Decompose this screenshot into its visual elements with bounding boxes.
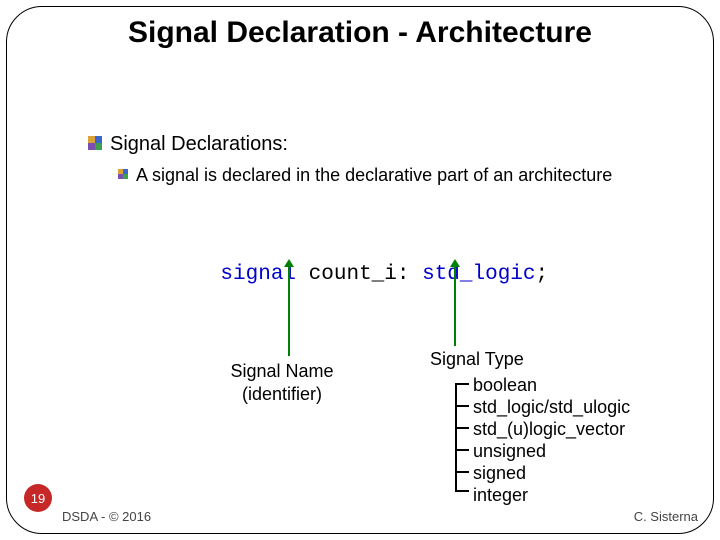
slide-title: Signal Declaration - Architecture [0,16,720,50]
type-option: std_(u)logic_vector [473,418,630,440]
code-identifier: count_i [309,263,397,286]
bullet-text: Signal Declarations: [110,133,288,156]
bullet-level1: Signal Declarations: [88,133,288,156]
footer-left: DSDA - © 2016 [62,509,151,524]
code-example: signal count_i: std_logic; [170,240,548,309]
type-option: boolean [473,374,630,396]
type-option: integer [473,484,630,506]
code-type: std_logic [422,263,535,286]
signal-name-line2: (identifier) [212,383,352,406]
type-tree-bracket [455,383,471,491]
bullet-icon [118,169,128,179]
code-colon: : [397,263,410,286]
type-option: unsigned [473,440,630,462]
signal-name-line1: Signal Name [212,360,352,383]
slide: Signal Declaration - Architecture Signal… [0,0,720,540]
code-semicolon: ; [536,263,549,286]
bullet-level2: A signal is declared in the declarative … [118,165,612,186]
signal-type-list: boolean std_logic/std_ulogic std_(u)logi… [473,374,630,506]
type-option: std_logic/std_ulogic [473,396,630,418]
page-number: 19 [31,491,45,506]
bullet-text: A signal is declared in the declarative … [136,165,612,186]
page-number-badge: 19 [24,484,52,512]
type-option: signed [473,462,630,484]
signal-name-label: Signal Name (identifier) [212,360,352,405]
arrow-to-type [454,266,456,346]
bullet-icon [88,136,102,150]
arrow-to-name [288,266,290,356]
signal-type-label: Signal Type [430,349,524,370]
footer-right: C. Sisterna [634,509,698,524]
